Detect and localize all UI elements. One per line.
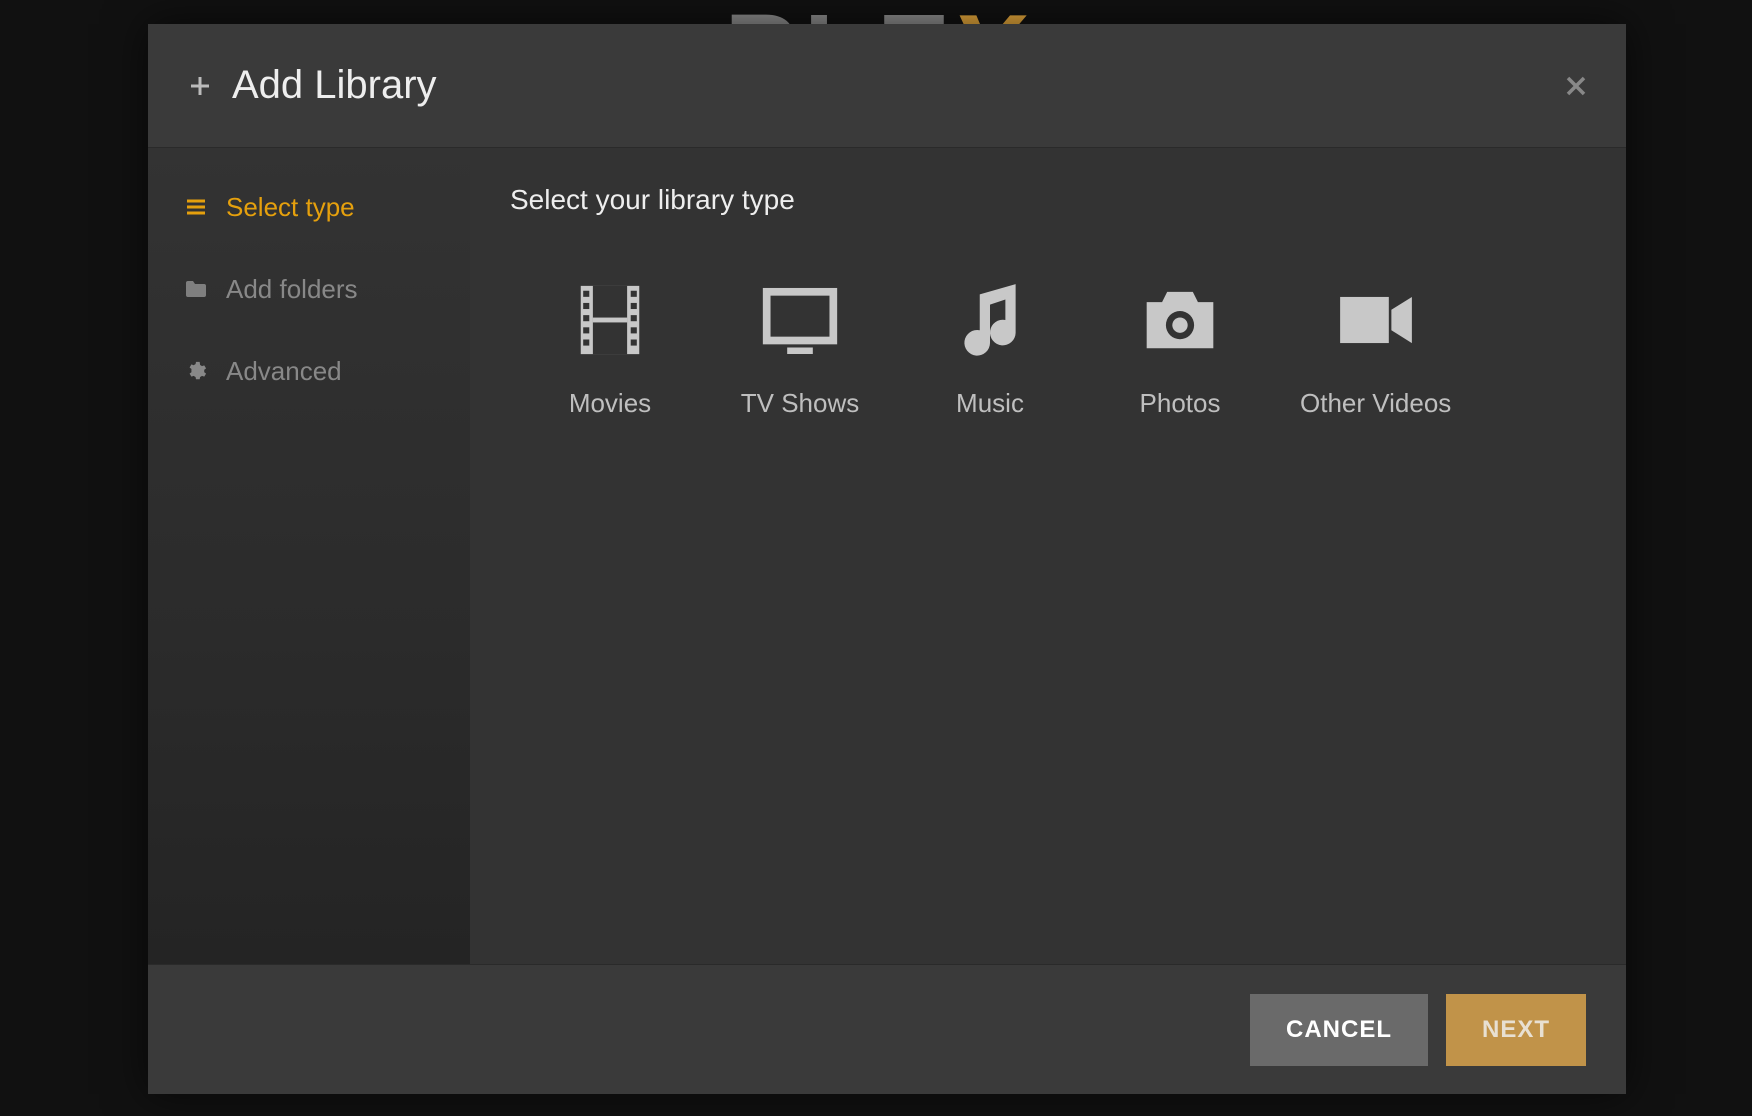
type-photos[interactable]: Photos	[1110, 276, 1250, 419]
modal-title: Add Library	[232, 63, 437, 108]
plus-icon	[188, 74, 212, 98]
type-tv-shows[interactable]: TV Shows	[730, 276, 870, 419]
type-label: TV Shows	[741, 388, 860, 419]
library-type-grid: Movies TV Shows	[510, 276, 1586, 419]
modal-footer: CANCEL NEXT	[148, 964, 1626, 1094]
video-icon	[1332, 276, 1420, 364]
type-label: Photos	[1140, 388, 1221, 419]
sidebar-item-label: Select type	[226, 192, 355, 223]
type-other-videos[interactable]: Other Videos	[1300, 276, 1451, 419]
cancel-button[interactable]: CANCEL	[1250, 994, 1428, 1066]
list-icon	[184, 195, 208, 219]
sidebar-item-advanced[interactable]: Advanced	[148, 336, 470, 406]
modal-header: Add Library	[148, 24, 1626, 148]
type-movies[interactable]: Movies	[540, 276, 680, 419]
type-label: Other Videos	[1300, 388, 1451, 419]
sidebar-item-label: Add folders	[226, 274, 358, 305]
type-label: Music	[956, 388, 1024, 419]
camera-icon	[1136, 276, 1224, 364]
wizard-sidebar: Select type Add folders Advanced	[148, 148, 470, 964]
film-icon	[566, 276, 654, 364]
type-music[interactable]: Music	[920, 276, 1060, 419]
tv-icon	[756, 276, 844, 364]
folder-icon	[184, 277, 208, 301]
close-button[interactable]	[1562, 72, 1590, 100]
next-button[interactable]: NEXT	[1446, 994, 1586, 1066]
type-label: Movies	[569, 388, 651, 419]
content-heading: Select your library type	[510, 184, 1586, 216]
sidebar-item-label: Advanced	[226, 356, 342, 387]
add-library-modal: Add Library Select type	[148, 24, 1626, 1094]
sidebar-item-add-folders[interactable]: Add folders	[148, 254, 470, 324]
modal-body: Select type Add folders Advanced	[148, 148, 1626, 964]
modal-content: Select your library type	[470, 148, 1626, 964]
gear-icon	[184, 359, 208, 383]
sidebar-item-select-type[interactable]: Select type	[148, 172, 470, 242]
music-icon	[946, 276, 1034, 364]
